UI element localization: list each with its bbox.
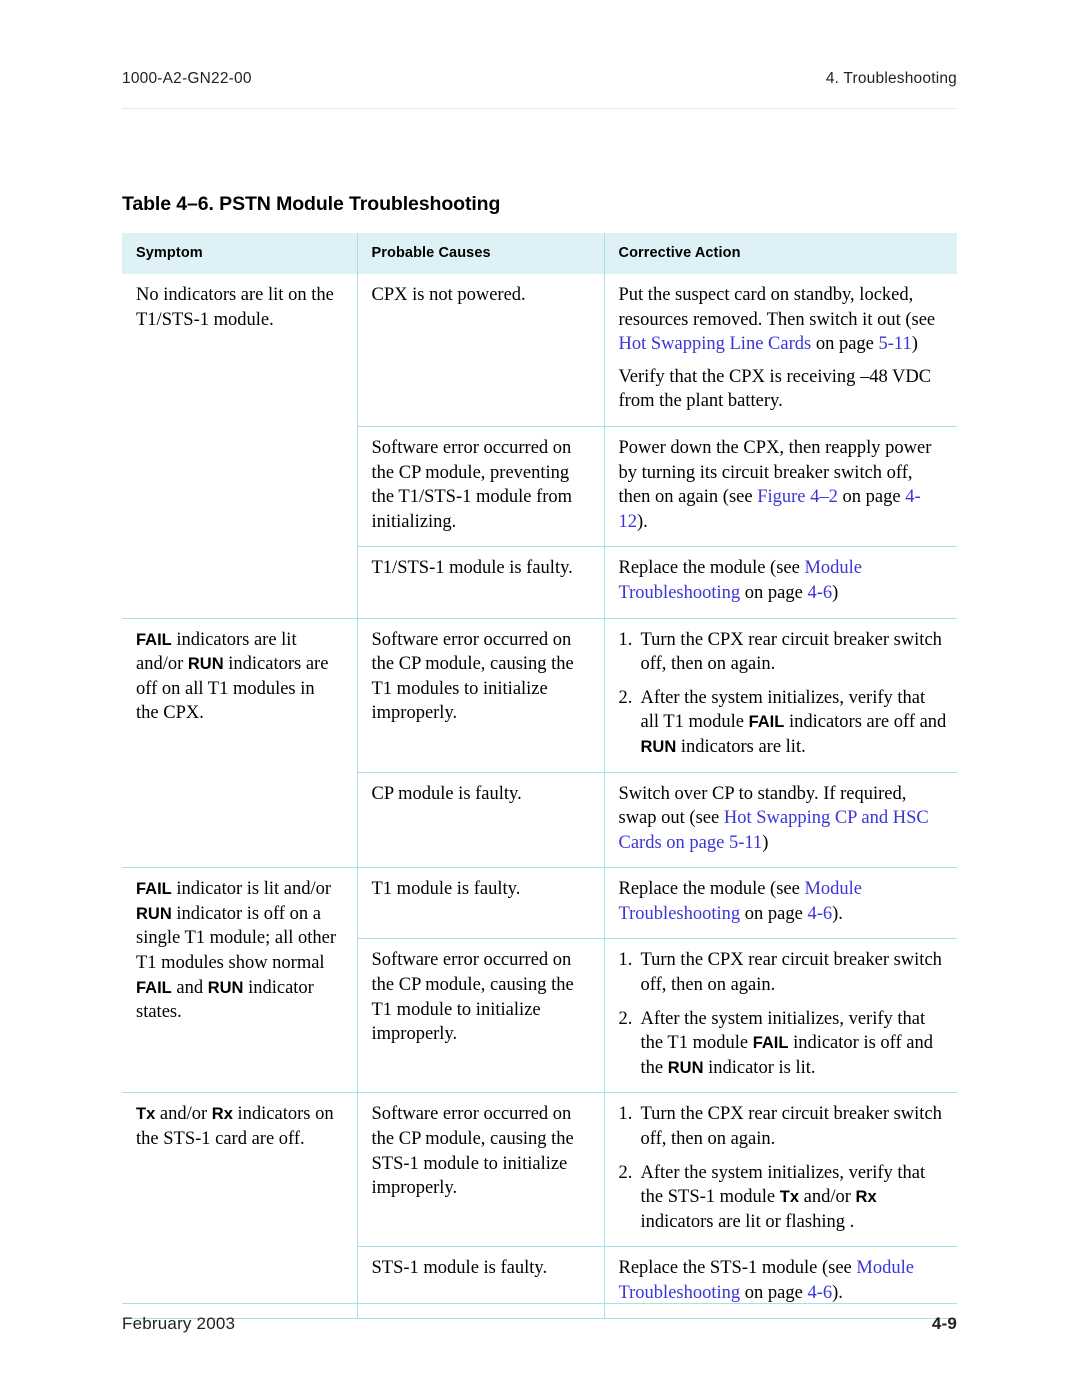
numbered-step-list: 1. Turn the CPX rear circuit breaker swit… — [619, 948, 948, 1080]
header-divider — [122, 108, 957, 109]
table-row: FAIL indicators are lit and/or RUN indic… — [122, 617, 957, 868]
cell-paragraph: Verify that the CPX is receiving –48 VDC… — [618, 366, 932, 412]
table-row: Tx and/or Rx indicators on the STS-1 car… — [122, 1092, 957, 1319]
cell-paragraph: Software error occurred on the CP module… — [371, 629, 574, 724]
corrective-action-cell: Replace the module (see Module Troublesh… — [604, 867, 957, 939]
table-row: No indicators are lit on the T1/STS-1 mo… — [122, 274, 957, 619]
cross-reference-link[interactable]: Figure 4–2 — [757, 487, 838, 507]
symptom-cell: No indicators are lit on the T1/STS-1 mo… — [122, 274, 358, 619]
numbered-step: 1. Turn the CPX rear circuit breaker swit… — [618, 950, 942, 996]
symptom-text: No indicators are lit on the T1/STS-1 mo… — [136, 285, 334, 330]
numbered-step-list: 1. Turn the CPX rear circuit breaker swit… — [619, 628, 948, 760]
numbered-step: 1. Turn the CPX rear circuit breaker swit… — [618, 1104, 942, 1150]
probable-cause-cell: CPX is not powered. — [357, 274, 605, 427]
indicator-label: Tx — [779, 1188, 800, 1207]
indicator-label: FAIL — [136, 978, 172, 997]
table-head: Symptom Probable Causes Corrective Actio… — [122, 233, 957, 274]
symptom-text: FAIL indicator is lit and/or RUN indicat… — [136, 879, 337, 1023]
cross-reference-link[interactable]: Hot Swapping Line Cards — [619, 334, 812, 354]
cell-paragraph: Software error occurred on the CP module… — [371, 437, 573, 532]
cell-paragraph: STS-1 module is faulty. — [371, 1258, 548, 1279]
chapter-title: 4. Troubleshooting — [825, 70, 957, 87]
page-footer: February 2003 4-9 — [122, 1314, 957, 1334]
cross-reference-link[interactable]: 4-6 — [807, 583, 832, 603]
indicator-label: RUN — [667, 1058, 704, 1077]
symptom-text: Tx and/or Rx indicators on the STS-1 car… — [136, 1104, 334, 1150]
table-body: No indicators are lit on the T1/STS-1 mo… — [122, 274, 957, 1319]
probable-cause-cell: Software error occurred on the CP module… — [357, 938, 605, 1093]
numbered-step-list: 1. Turn the CPX rear circuit breaker swit… — [619, 1102, 948, 1234]
symptom-cell: Tx and/or Rx indicators on the STS-1 car… — [122, 1092, 358, 1319]
document-number: 1000-A2-GN22-00 — [122, 70, 252, 87]
symptom-cell: FAIL indicators are lit and/or RUN indic… — [122, 617, 358, 868]
step-number: 2. — [618, 1008, 633, 1029]
probable-cause-cell: CP module is faulty. — [357, 771, 605, 868]
corrective-action-cell: Replace the STS-1 module (see Module Tro… — [604, 1246, 957, 1319]
cell-paragraph: Power down the CPX, then reapply power b… — [618, 437, 932, 532]
cell-paragraph: Replace the module (see Module Troublesh… — [618, 558, 863, 603]
column-header-symptom: Symptom — [122, 233, 358, 274]
step-number: 2. — [618, 1162, 633, 1183]
cell-paragraph: T1/STS-1 module is faulty. — [371, 558, 573, 579]
column-header-probable-causes: Probable Causes — [357, 233, 605, 274]
pstn-troubleshooting-table: Symptom Probable Causes Corrective Actio… — [122, 233, 957, 1319]
corrective-action-cell: Switch over CP to standby. If required, … — [604, 771, 957, 868]
column-header-corrective-action: Corrective Action — [604, 233, 957, 274]
corrective-action-cell: Replace the module (see Module Troublesh… — [604, 546, 957, 619]
indicator-label: FAIL — [748, 713, 785, 732]
cell-paragraph: Replace the module (see Module Troublesh… — [618, 879, 863, 924]
cell-paragraph: Put the suspect card on standby, locked,… — [618, 285, 936, 355]
indicator-label: RUN — [136, 904, 172, 923]
cross-reference-link[interactable]: Hot Swapping CP and HSC Cards on page 5-… — [619, 808, 929, 853]
indicator-label: Rx — [211, 1105, 233, 1124]
numbered-step: 1. Turn the CPX rear circuit breaker swit… — [618, 629, 942, 675]
corrective-action-cell: Power down the CPX, then reapply power b… — [604, 425, 957, 547]
indicator-label: FAIL — [136, 630, 172, 649]
step-number: 1. — [618, 629, 633, 650]
cell-paragraph: Software error occurred on the CP module… — [371, 1104, 574, 1199]
footer-divider — [122, 1303, 957, 1304]
cell-paragraph: Replace the STS-1 module (see Module Tro… — [618, 1258, 914, 1303]
table-row: FAIL indicator is lit and/or RUN indicat… — [122, 867, 957, 1093]
numbered-step: 2. After the system initializes, verify t… — [618, 1008, 933, 1078]
symptom-text: FAIL indicators are lit and/or RUN indic… — [136, 629, 329, 724]
table-header-row: Symptom Probable Causes Corrective Actio… — [122, 233, 957, 274]
symptom-cell: FAIL indicator is lit and/or RUN indicat… — [122, 867, 358, 1093]
indicator-label: FAIL — [136, 880, 172, 899]
table-caption: Table 4–6. PSTN Module Troubleshooting — [122, 193, 501, 215]
probable-cause-cell: Software error occurred on the CP module… — [357, 425, 605, 547]
indicator-label: RUN — [187, 655, 224, 674]
corrective-action-cell: 1. Turn the CPX rear circuit breaker swit… — [604, 617, 957, 772]
step-number: 1. — [618, 1104, 633, 1125]
numbered-step: 2. After the system initializes, verify t… — [618, 687, 947, 757]
corrective-action-cell: 1. Turn the CPX rear circuit breaker swit… — [604, 1092, 957, 1247]
step-number: 2. — [618, 687, 633, 708]
cross-reference-link[interactable]: 4-6 — [807, 1283, 832, 1303]
cross-reference-link[interactable]: 5-11 — [879, 334, 912, 354]
corrective-action-cell: Put the suspect card on standby, locked,… — [604, 274, 957, 426]
step-number: 1. — [618, 950, 633, 971]
cell-paragraph: CP module is faulty. — [371, 783, 522, 804]
page-number: 4-9 — [931, 1314, 957, 1333]
cell-paragraph: Software error occurred on the CP module… — [371, 950, 574, 1045]
probable-cause-cell: T1 module is faulty. — [357, 867, 605, 939]
probable-cause-cell: Software error occurred on the CP module… — [357, 617, 605, 772]
probable-cause-cell: T1/STS-1 module is faulty. — [357, 546, 605, 619]
cross-reference-link[interactable]: 4-6 — [807, 904, 832, 924]
probable-cause-cell: Software error occurred on the CP module… — [357, 1092, 605, 1247]
indicator-label: RUN — [640, 737, 677, 756]
publication-date: February 2003 — [122, 1314, 236, 1333]
cell-paragraph: Switch over CP to standby. If required, … — [618, 783, 929, 853]
indicator-label: Rx — [855, 1188, 877, 1207]
indicator-label: RUN — [207, 978, 244, 997]
probable-cause-cell: STS-1 module is faulty. — [357, 1246, 605, 1319]
cell-paragraph: T1 module is faulty. — [371, 879, 521, 900]
indicator-label: FAIL — [752, 1034, 789, 1053]
cross-reference-link[interactable]: Module Troubleshooting — [619, 1258, 914, 1303]
indicator-label: Tx — [136, 1105, 156, 1124]
corrective-action-cell: 1. Turn the CPX rear circuit breaker swit… — [604, 938, 957, 1093]
cell-paragraph: CPX is not powered. — [371, 285, 526, 305]
page-header: 1000-A2-GN22-00 4. Troubleshooting — [122, 70, 957, 88]
numbered-step: 2. After the system initializes, verify t… — [618, 1162, 926, 1232]
